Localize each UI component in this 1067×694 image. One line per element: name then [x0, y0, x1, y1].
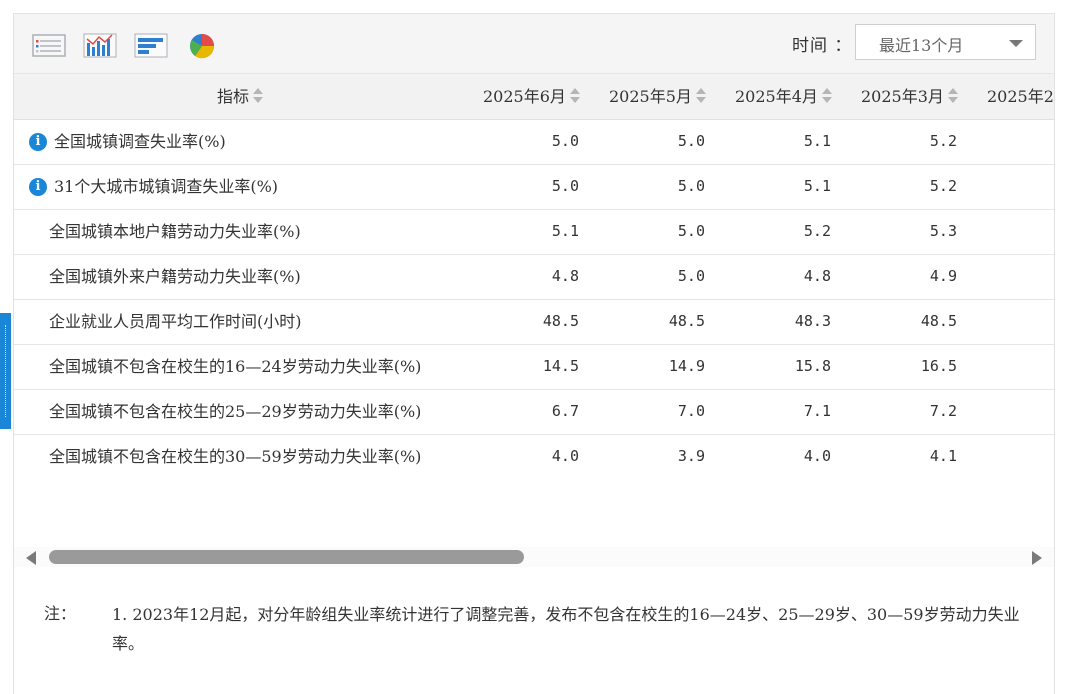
table-view-icon — [32, 34, 66, 57]
table-header: 指标 2025年6月 2025年5月 2025年4月 2025年3月 2025年… — [14, 74, 1054, 120]
note-text: 1. 2023年12月起，对分年龄组失业率统计进行了调整完善，发布不包含在校生的… — [112, 605, 1020, 653]
horizontal-bar-chart-button[interactable] — [134, 31, 168, 59]
sort-icon[interactable] — [253, 88, 264, 104]
value-cell: 14.9 — [668, 357, 705, 375]
table-row[interactable]: i 全国城镇调查失业率(%) 5.0 5.0 5.1 5.2 — [14, 119, 1054, 165]
sort-icon[interactable] — [821, 88, 832, 104]
column-header-month[interactable]: 2025年6月 — [483, 74, 580, 119]
value-cell — [973, 389, 1054, 434]
table-row[interactable]: 全国城镇不包含在校生的25—29岁劳动力失业率(%) 6.7 7.0 7.1 7.2 — [14, 389, 1054, 435]
bar-chart-button[interactable] — [83, 31, 117, 59]
value-cell: 5.2 — [929, 177, 957, 195]
scroll-left-icon[interactable] — [26, 551, 36, 565]
scroll-right-icon[interactable] — [1032, 551, 1042, 565]
time-range-value: 最近13个月 — [879, 36, 964, 55]
value-cell: 48.5 — [668, 312, 705, 330]
value-cell: 3.9 — [677, 447, 705, 465]
table-row[interactable]: 全国城镇本地户籍劳动力失业率(%) 5.1 5.0 5.2 5.3 — [14, 209, 1054, 255]
value-cell: 5.0 — [551, 132, 579, 150]
table-body: i 全国城镇调查失业率(%) 5.0 5.0 5.1 5.2 i 31个大城市城镇调查失业率(… — [14, 119, 1054, 479]
info-icon[interactable]: i — [29, 133, 47, 151]
indicator-name: 全国城镇外来户籍劳动力失业率(%) — [49, 267, 301, 286]
data-panel: 时间 ： 最近13个月 指标 2025年6月 2025年5月 2025年4月 2… — [13, 13, 1055, 694]
value-cell: 7.2 — [929, 402, 957, 420]
value-cell: 4.8 — [803, 267, 831, 285]
toolbar: 时间 ： 最近13个月 — [14, 14, 1054, 74]
indicator-name: 31个大城市城镇调查失业率(%) — [54, 177, 279, 196]
sort-icon[interactable] — [947, 88, 958, 104]
value-cell — [973, 119, 1054, 164]
horizontal-bar-chart-icon — [134, 33, 168, 58]
indicator-name: 全国城镇调查失业率(%) — [54, 132, 226, 151]
value-cell: 5.1 — [551, 222, 579, 240]
side-feedback-tab[interactable] — [0, 313, 11, 429]
table-row[interactable]: i 31个大城市城镇调查失业率(%) 5.0 5.0 5.1 5.2 — [14, 164, 1054, 210]
value-cell: 4 — [973, 299, 1054, 344]
table-row[interactable]: 企业就业人员周平均工作时间(小时) 48.5 48.5 48.3 48.5 4 — [14, 299, 1054, 345]
value-cell: 16.5 — [920, 357, 957, 375]
info-icon[interactable]: i — [29, 178, 47, 196]
value-cell: 4.9 — [929, 267, 957, 285]
value-cell: 48.3 — [794, 312, 831, 330]
value-cell: 4.1 — [929, 447, 957, 465]
pie-chart-icon — [190, 34, 215, 59]
value-cell: 5.0 — [677, 222, 705, 240]
value-cell: 5.0 — [551, 177, 579, 195]
column-header-month[interactable]: 2025年3月 — [861, 74, 958, 119]
value-cell: 5.2 — [929, 132, 957, 150]
table-row[interactable]: 全国城镇外来户籍劳动力失业率(%) 4.8 5.0 4.8 4.9 — [14, 254, 1054, 300]
value-cell: 5.1 — [803, 132, 831, 150]
value-cell: 5.0 — [677, 177, 705, 195]
value-cell — [973, 434, 1054, 479]
sort-icon[interactable] — [569, 88, 580, 104]
value-cell: 5.3 — [929, 222, 957, 240]
value-cell: 4.0 — [803, 447, 831, 465]
table-row[interactable]: 全国城镇不包含在校生的30—59岁劳动力失业率(%) 4.0 3.9 4.0 4.1 — [14, 434, 1054, 479]
value-cell: 4.8 — [551, 267, 579, 285]
value-cell: 7.1 — [803, 402, 831, 420]
indicator-name: 全国城镇本地户籍劳动力失业率(%) — [49, 222, 301, 241]
value-cell — [973, 209, 1054, 254]
bar-chart-icon — [83, 33, 117, 58]
table-row[interactable]: 全国城镇不包含在校生的16—24岁劳动力失业率(%) 14.5 14.9 15.8 16… — [14, 344, 1054, 390]
indicator-name: 全国城镇不包含在校生的16—24岁劳动力失业率(%) — [49, 357, 422, 376]
time-range-select[interactable]: 最近13个月 — [855, 24, 1036, 60]
value-cell: 5.0 — [677, 132, 705, 150]
note-label: 注： — [44, 604, 77, 623]
sort-icon[interactable] — [695, 88, 706, 104]
indicator-name: 全国城镇不包含在校生的30—59岁劳动力失业率(%) — [49, 447, 422, 466]
indicator-name: 全国城镇不包含在校生的25—29岁劳动力失业率(%) — [49, 402, 422, 421]
table-view-button[interactable] — [32, 31, 66, 59]
value-cell: 5.1 — [803, 177, 831, 195]
column-header-month[interactable]: 2025年5月 — [609, 74, 706, 119]
value-cell: 1 — [973, 344, 1054, 389]
column-header-month[interactable]: 2025年2月 — [987, 74, 1054, 119]
value-cell: 15.8 — [794, 357, 831, 375]
column-header-month[interactable]: 2025年4月 — [735, 74, 832, 119]
value-cell: 7.0 — [677, 402, 705, 420]
value-cell: 48.5 — [920, 312, 957, 330]
value-cell — [973, 254, 1054, 299]
value-cell: 5.2 — [803, 222, 831, 240]
column-header-indicator[interactable]: 指标 — [217, 74, 264, 119]
time-label: 时间 ： — [792, 36, 853, 56]
pie-chart-button[interactable] — [186, 31, 220, 59]
scrollbar-thumb[interactable] — [49, 550, 524, 564]
value-cell: 48.5 — [542, 312, 579, 330]
value-cell: 4.0 — [551, 447, 579, 465]
value-cell — [973, 164, 1054, 209]
chevron-down-icon — [1009, 40, 1023, 47]
value-cell: 5.0 — [677, 267, 705, 285]
horizontal-scrollbar[interactable] — [14, 547, 1054, 567]
indicator-name: 企业就业人员周平均工作时间(小时) — [49, 312, 302, 331]
value-cell: 6.7 — [551, 402, 579, 420]
value-cell: 14.5 — [542, 357, 579, 375]
